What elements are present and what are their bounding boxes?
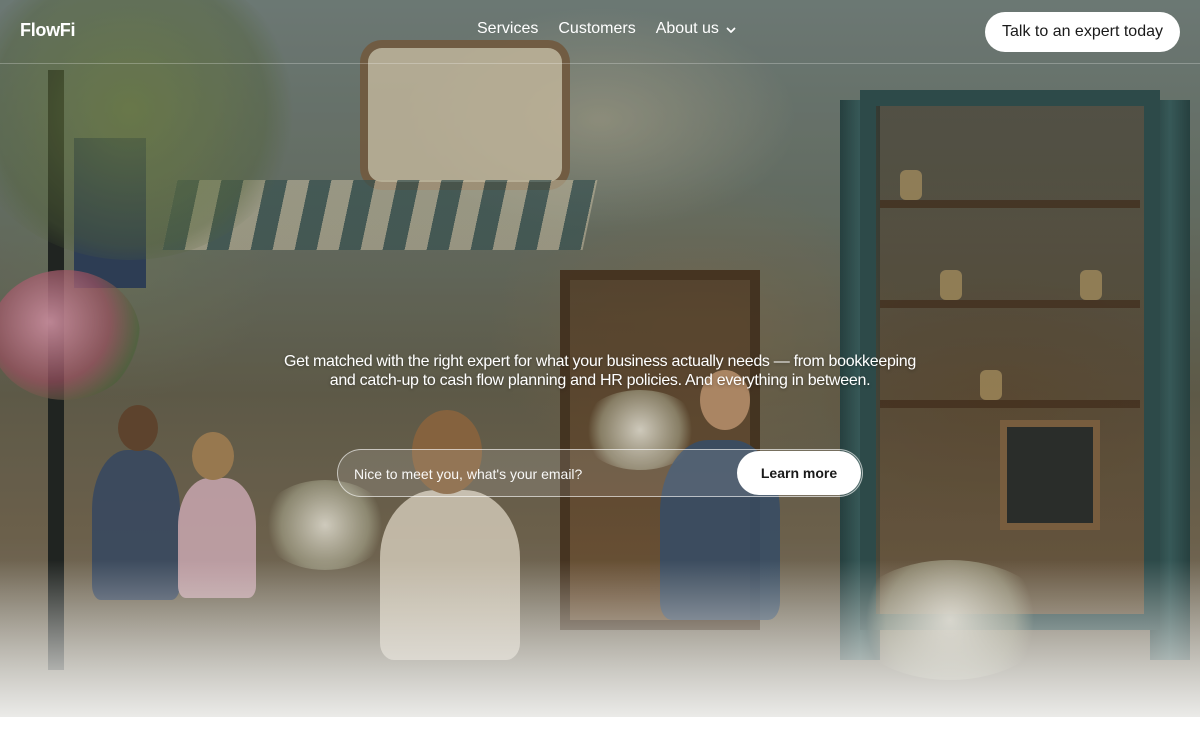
hero-subtitle: Get matched with the right expert for wh… [283,353,916,389]
site-header: FlowFi Services Customers About us Talk … [0,0,1200,64]
talk-to-expert-button[interactable]: Talk to an expert today [985,12,1180,52]
nav-item-services[interactable]: Services [477,20,538,38]
hero-bottom-fade [0,560,1200,717]
page: FlowFi Services Customers About us Talk … [0,0,1200,750]
chevron-down-icon [725,23,737,35]
main-nav: Services Customers About us [477,20,737,38]
learn-more-button[interactable]: Learn more [737,451,861,495]
nav-item-label: Customers [558,20,636,37]
email-signup-form: Learn more [337,449,863,497]
flowfi-logo[interactable]: FlowFi [20,20,76,41]
nav-item-about-us[interactable]: About us [656,20,737,38]
email-input[interactable] [352,456,736,492]
nav-item-label: Services [477,20,539,37]
nav-item-label: About us [655,20,719,37]
nav-item-customers[interactable]: Customers [558,20,635,38]
